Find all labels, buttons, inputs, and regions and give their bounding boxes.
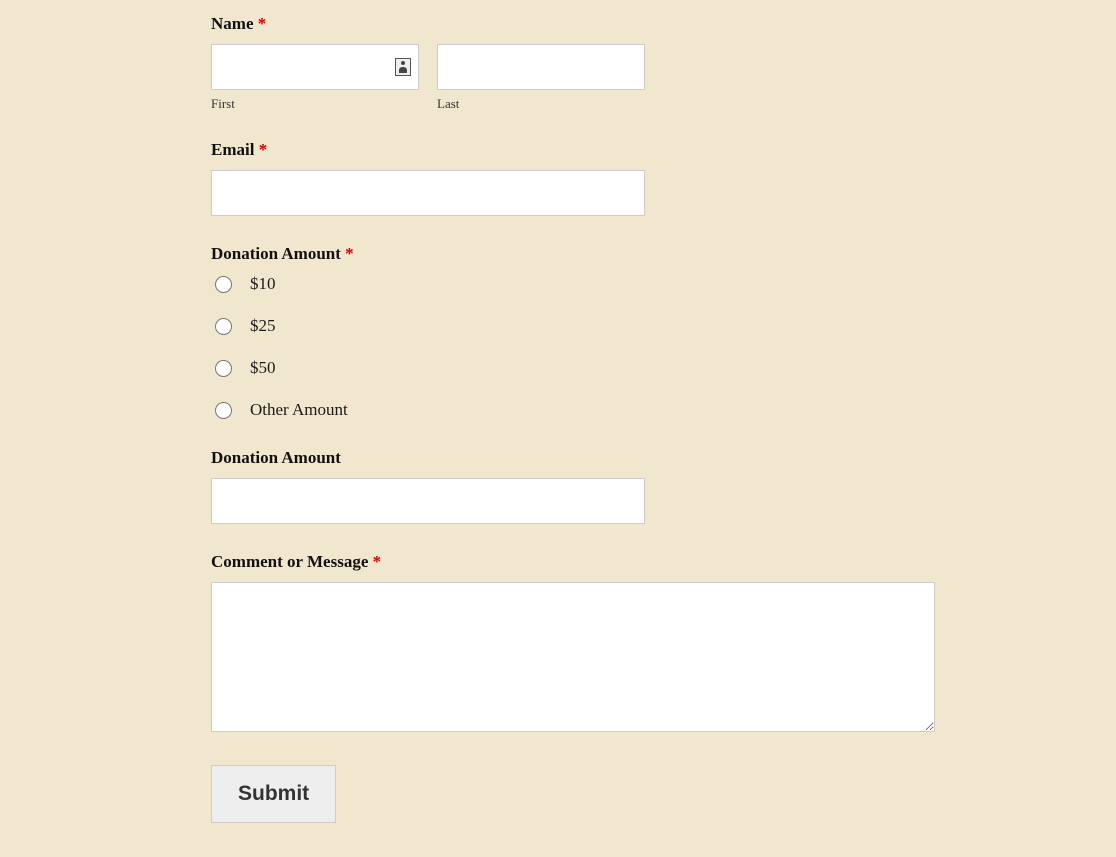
required-marker: * [345, 244, 354, 263]
contact-autofill-icon[interactable] [395, 58, 411, 76]
donation-amount-radio-label-text: Donation Amount [211, 244, 341, 263]
donation-radio-25-label: $25 [250, 316, 276, 336]
donation-radio-50[interactable] [215, 360, 232, 377]
email-input[interactable] [211, 170, 645, 216]
donation-amount-text-label: Donation Amount [211, 448, 945, 468]
name-field: Name * First Last [211, 14, 945, 112]
donation-amount-radio-field: Donation Amount * $10 $25 $50 Other Amou… [211, 244, 945, 420]
required-marker: * [259, 140, 268, 159]
donation-radio-10-label: $10 [250, 274, 276, 294]
donation-option-10[interactable]: $10 [215, 274, 945, 294]
comment-field: Comment or Message * [211, 552, 945, 737]
comment-textarea[interactable] [211, 582, 935, 732]
donation-amount-radio-label: Donation Amount * [211, 244, 945, 264]
donation-option-50[interactable]: $50 [215, 358, 945, 378]
required-marker: * [258, 14, 267, 33]
name-label-text: Name [211, 14, 253, 33]
donation-radio-other[interactable] [215, 402, 232, 419]
comment-label-text: Comment or Message [211, 552, 368, 571]
email-field: Email * [211, 140, 945, 216]
donation-radio-10[interactable] [215, 276, 232, 293]
donation-amount-input[interactable] [211, 478, 645, 524]
donation-radio-50-label: $50 [250, 358, 276, 378]
donation-option-other[interactable]: Other Amount [215, 400, 945, 420]
first-name-input[interactable] [211, 44, 419, 90]
donation-radio-group: $10 $25 $50 Other Amount [211, 274, 945, 420]
name-label: Name * [211, 14, 945, 34]
required-marker: * [373, 552, 382, 571]
email-label: Email * [211, 140, 945, 160]
donation-form: Name * First Last Email * [0, 0, 945, 853]
donation-radio-25[interactable] [215, 318, 232, 335]
donation-radio-other-label: Other Amount [250, 400, 348, 420]
donation-amount-text-field: Donation Amount [211, 448, 945, 524]
comment-label: Comment or Message * [211, 552, 945, 572]
last-name-sublabel: Last [437, 96, 645, 112]
donation-option-25[interactable]: $25 [215, 316, 945, 336]
last-name-input[interactable] [437, 44, 645, 90]
submit-button[interactable]: Submit [211, 765, 336, 823]
email-label-text: Email [211, 140, 254, 159]
first-name-sublabel: First [211, 96, 419, 112]
